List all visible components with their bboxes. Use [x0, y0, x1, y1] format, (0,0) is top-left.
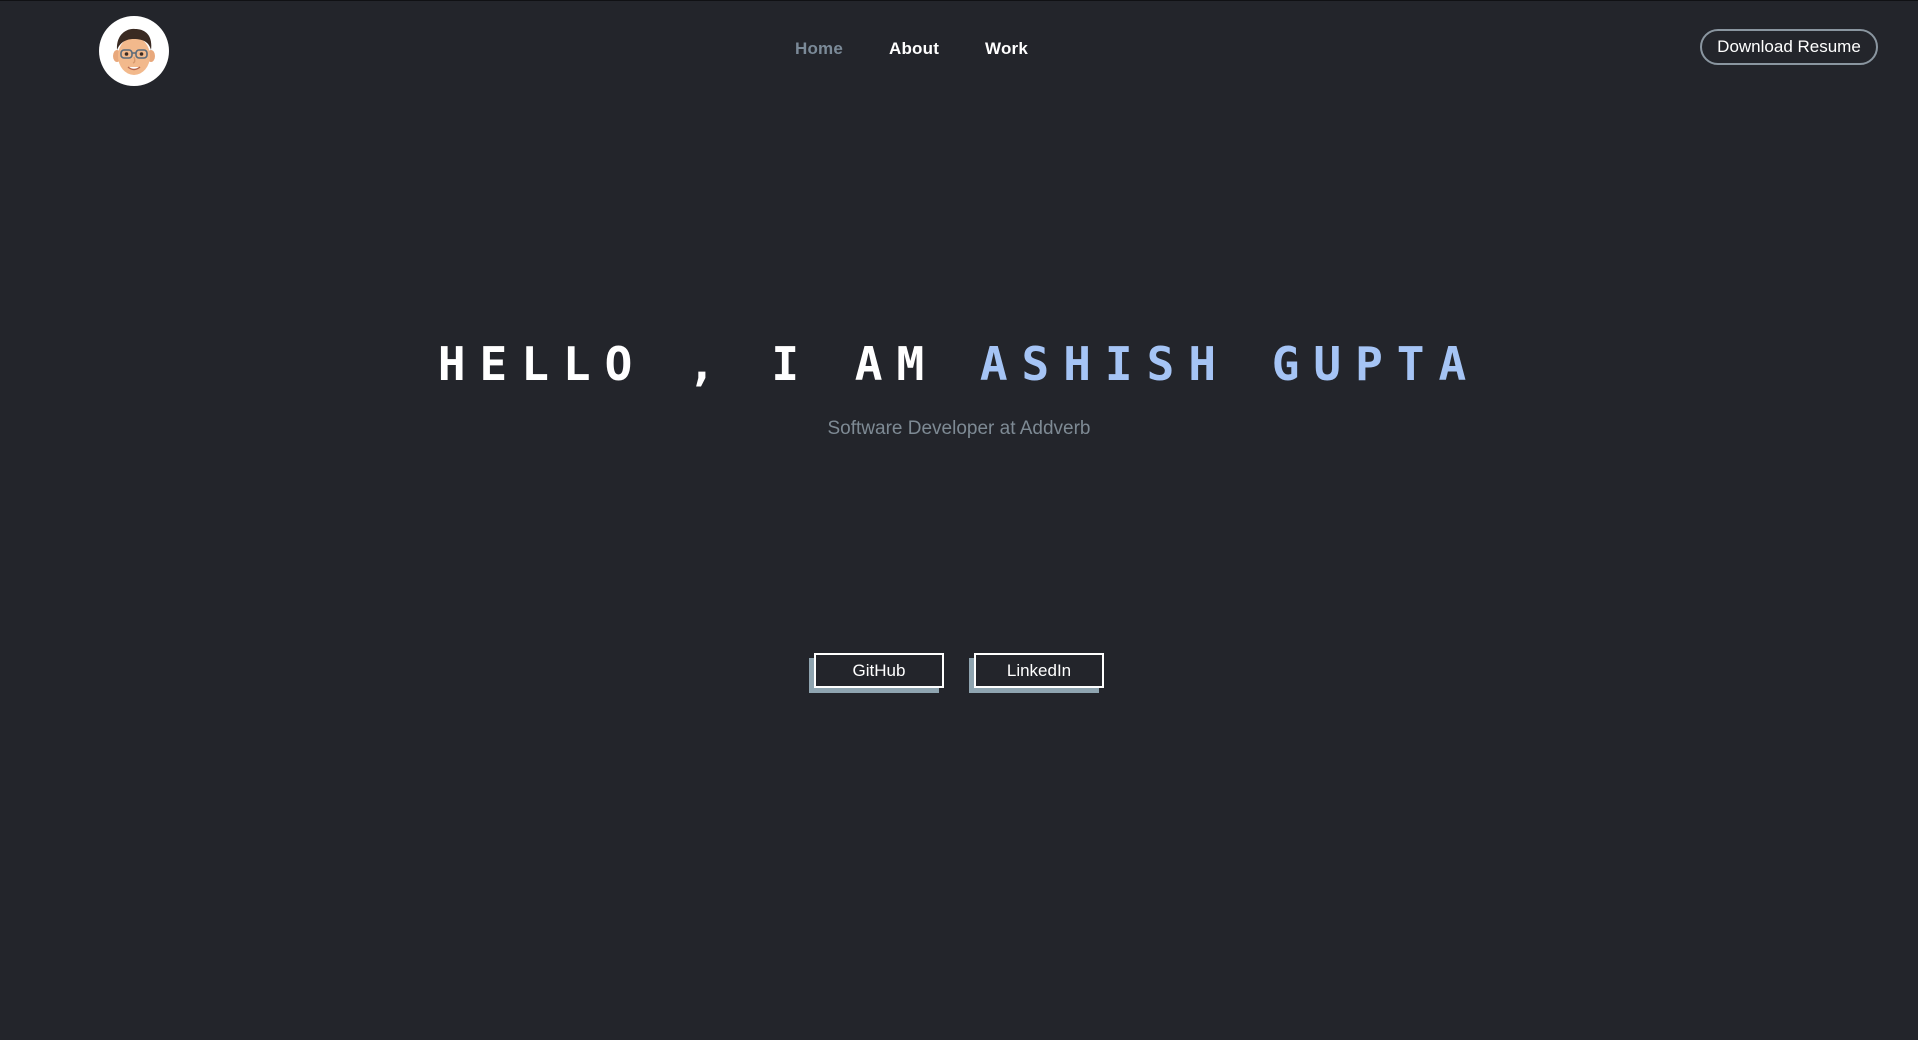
linkedin-button-label[interactable]: LinkedIn [974, 653, 1104, 688]
main-nav: Home About Work [0, 1, 1918, 99]
nav-link-about[interactable]: About [889, 39, 939, 59]
memoji-avatar-icon [113, 28, 155, 75]
hero-name: ASHISH GUPTA [979, 337, 1481, 391]
download-resume-button[interactable]: Download Resume [1700, 29, 1878, 65]
nav-link-home[interactable]: Home [795, 39, 843, 59]
linkedin-button[interactable]: LinkedIn [969, 653, 1104, 693]
github-button[interactable]: GitHub [809, 653, 944, 693]
hero-greeting: HELLO , I AM [437, 337, 980, 391]
nav-link-work[interactable]: Work [985, 39, 1028, 59]
avatar[interactable] [99, 16, 169, 86]
github-button-label[interactable]: GitHub [814, 653, 944, 688]
navbar: Home About Work Download Resume [0, 1, 1918, 101]
hero-title: HELLO , I AM ASHISH GUPTA [0, 337, 1918, 391]
hero-subtitle: Software Developer at Addverb [827, 418, 1091, 439]
